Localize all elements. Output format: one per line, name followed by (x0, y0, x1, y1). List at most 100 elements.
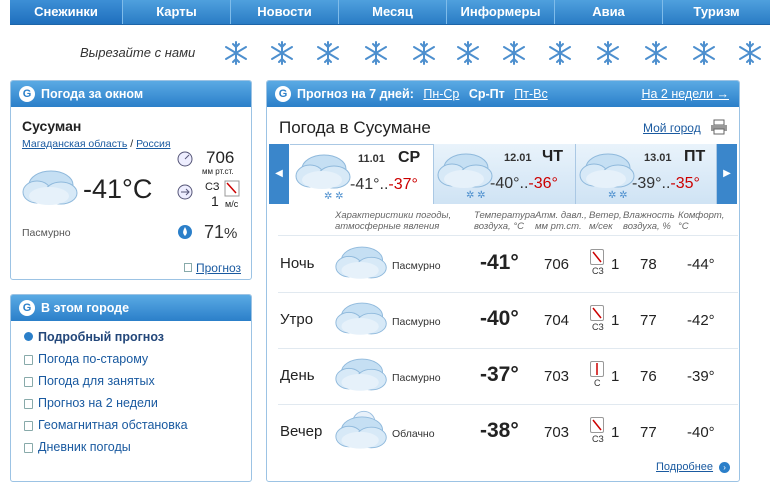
snowflake-icon (597, 41, 619, 65)
print-icon[interactable] (710, 119, 728, 135)
pressure-unit: мм рт.ст. (202, 167, 234, 176)
panel-header: G В этом городе (11, 295, 251, 321)
nav-avia[interactable]: Авиа (554, 0, 662, 24)
period-description: Пасмурно (392, 372, 441, 384)
snow-cloud-icon: ✲ ✲ (579, 153, 635, 200)
period-temperature: -41° (480, 251, 519, 274)
logo-icon: G (275, 86, 291, 102)
period-pressure: 703 (544, 424, 570, 441)
period-name: Утро (280, 311, 314, 328)
svg-text:✲ ✲: ✲ ✲ (324, 191, 344, 201)
table-row: Утро Пасмурно -40° 704 СЗ 1 77 -42° (280, 292, 740, 348)
snowflake-icon (693, 41, 715, 65)
wind-direction: С (594, 378, 601, 388)
snow-cloud-icon: ✲ ✲ (295, 154, 351, 201)
day-weekday: СР (398, 149, 421, 166)
day-temperature: -41°..-37° (350, 176, 418, 193)
arrow-right-icon[interactable]: › (719, 462, 731, 473)
document-icon (183, 263, 192, 272)
menu-old-style[interactable]: Погода по-старому (22, 348, 188, 370)
period-comfort: -39° (687, 368, 715, 385)
period-wind: 1 (611, 256, 620, 273)
table-row: Ночь Пасмурно -41° 706 СЗ 1 78 -44° (280, 236, 740, 292)
period-description: Облачно (392, 428, 435, 440)
prev-days-button[interactable]: ◀ (269, 144, 289, 204)
nav-tourism[interactable]: Туризм (662, 0, 770, 24)
nav-maps[interactable]: Карты (122, 0, 230, 24)
tab-wed-fri[interactable]: Ср-Пт (469, 87, 505, 101)
table-row: Вечер Облачно -38° 703 СЗ 1 77 -40° (280, 404, 740, 460)
menu-detailed-forecast[interactable]: Подробный прогноз (22, 326, 188, 348)
header-pressure: Атм. давл., мм рт.ст. (535, 210, 587, 232)
menu-geomagnetic[interactable]: Геомагнитная обстановка (22, 414, 188, 436)
partly-cloudy-icon (335, 410, 387, 450)
next-days-button[interactable]: ▶ (717, 144, 737, 204)
forecast-link-wrap: Прогноз (183, 259, 241, 277)
period-pressure: 704 (544, 312, 570, 329)
wind-speed: 1 (211, 193, 219, 209)
weather-description: Пасмурно (22, 227, 71, 239)
city-menu: Подробный прогноз Погода по-старому Пого… (22, 326, 188, 458)
menu-two-weeks[interactable]: Прогноз на 2 недели (22, 392, 188, 414)
current-weather-panel: G Погода за окном Сусуман Магаданская об… (10, 80, 252, 280)
period-pressure: 703 (544, 368, 570, 385)
logo-icon: G (19, 86, 35, 102)
day-weekday: ЧТ (542, 148, 564, 165)
period-name: Вечер (280, 423, 323, 440)
nav-informers[interactable]: Информеры (446, 0, 554, 24)
snowflake-icon (317, 41, 339, 65)
wind-direction-icon (224, 180, 240, 197)
wind-direction: СЗ (592, 434, 604, 444)
current-temperature: -41°C (83, 174, 153, 204)
forecast-title: Прогноз на 7 дней: (297, 87, 414, 101)
wind-direction-icon (590, 305, 604, 321)
snowflake-icon (457, 41, 479, 65)
two-weeks-link[interactable]: На 2 недели → (641, 81, 729, 107)
day-card[interactable]: ✲ ✲ 13.01 ПТ -39°..-35° (576, 144, 717, 204)
header-wind: Ветер, м/сек (589, 210, 622, 232)
tab-mon-wed[interactable]: Пн-Ср (423, 87, 459, 101)
more-link[interactable]: Подробнее (656, 461, 713, 473)
panel-title: В этом городе (41, 301, 130, 315)
tab-fri-sun[interactable]: Пт-Вс (514, 87, 547, 101)
forecast-heading: Погода в Сусумане (279, 118, 431, 137)
period-temperature: -37° (480, 363, 519, 386)
nav-month[interactable]: Месяц (338, 0, 446, 24)
region-link[interactable]: Магаданская область (22, 138, 127, 150)
snowflake-icon (225, 41, 247, 65)
period-wind: 1 (611, 312, 620, 329)
my-city-link[interactable]: Мой город (643, 121, 701, 135)
city-name: Сусуман (22, 118, 82, 134)
day-weekday: ПТ (684, 148, 706, 165)
snowflake-icon (549, 41, 571, 65)
wind-direction-icon (590, 361, 604, 377)
menu-for-busy[interactable]: Погода для занятых (22, 370, 188, 392)
period-comfort: -44° (687, 256, 715, 273)
nav-news[interactable]: Новости (230, 0, 338, 24)
pressure-icon (177, 151, 193, 167)
country-link[interactable]: Россия (136, 138, 170, 150)
cloudy-icon (335, 358, 387, 392)
day-temperature: -40°..-36° (490, 175, 558, 192)
snow-cloud-icon: ✲ ✲ (437, 153, 493, 200)
period-comfort: -42° (687, 312, 715, 329)
snowflake-icon (413, 41, 435, 65)
period-humidity: 77 (640, 424, 657, 441)
svg-text:✲ ✲: ✲ ✲ (608, 190, 628, 200)
nav-snowflakes[interactable]: Снежинки (10, 0, 122, 24)
day-card[interactable]: ✲ ✲ 11.01 СР -41°..-37° (290, 144, 434, 204)
day-date: 13.01 (644, 152, 672, 164)
header-description: Характеристики погоды, атмосферные явлен… (335, 210, 452, 232)
forecast-link[interactable]: Прогноз (196, 261, 241, 275)
period-temperature: -38° (480, 419, 519, 442)
pressure-value: 706 (206, 148, 235, 167)
header-temperature: Температура воздуха, °C (474, 210, 536, 232)
period-name: Ночь (280, 255, 315, 272)
location-breadcrumb: Магаданская область / Россия (22, 138, 171, 150)
logo-icon: G (19, 300, 35, 316)
table-row: День Пасмурно -37° 703 С 1 76 -39° (280, 348, 740, 404)
period-wind: 1 (611, 368, 620, 385)
menu-weather-diary[interactable]: Дневник погоды (22, 436, 188, 458)
day-card[interactable]: ✲ ✲ 12.01 ЧТ -40°..-36° (434, 144, 576, 204)
day-temperature: -39°..-35° (632, 175, 700, 192)
